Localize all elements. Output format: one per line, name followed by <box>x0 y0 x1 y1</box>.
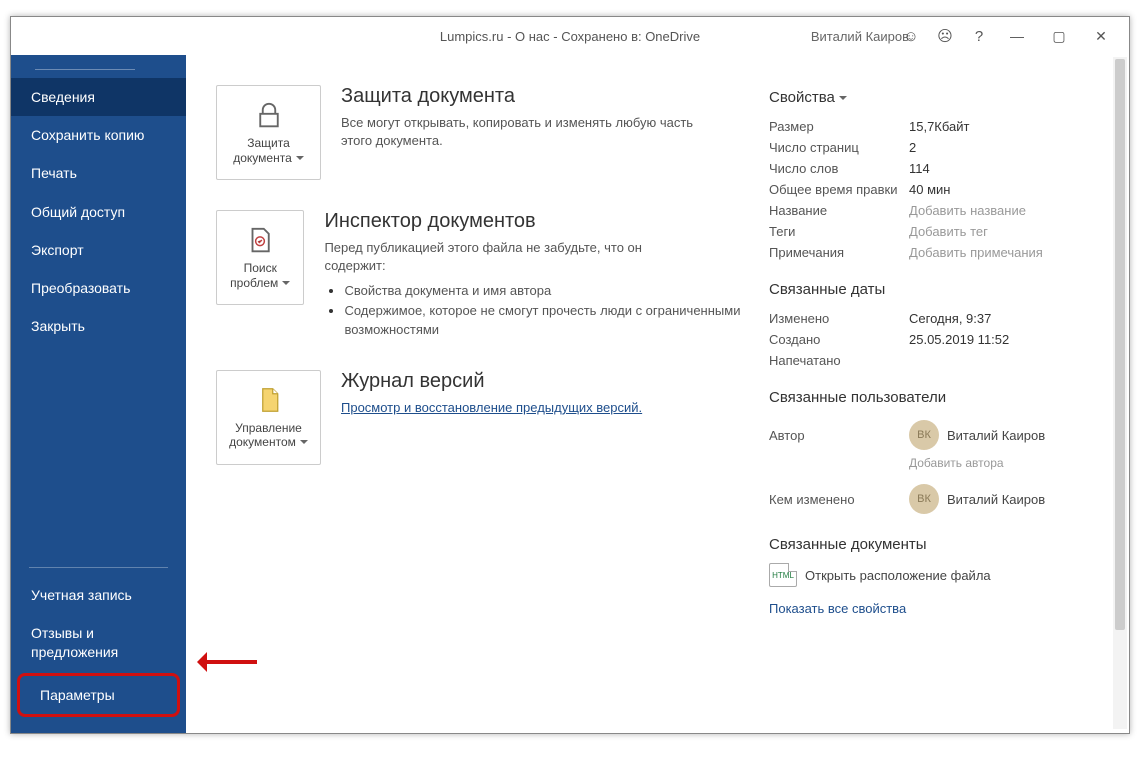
sidebar-item-print[interactable]: Печать <box>11 154 186 192</box>
protect-title: Защита документа <box>341 85 721 108</box>
versions-title: Журнал версий <box>341 370 642 393</box>
property-key: Примечания <box>769 245 909 260</box>
version-history-link[interactable]: Просмотр и восстановление предыдущих вер… <box>341 400 642 415</box>
property-value[interactable]: Добавить тег <box>909 224 988 239</box>
property-key: Число слов <box>769 161 909 176</box>
inspect-bullet: Содержимое, которое не смогут прочесть л… <box>344 301 749 340</box>
date-key: Изменено <box>769 311 909 326</box>
document-title: Lumpics.ru - О нас - Сохранено в: OneDri… <box>440 29 700 44</box>
date-row: ИзмененоСегодня, 9:37 <box>769 308 1109 329</box>
sidebar-item-info[interactable]: Сведения <box>11 78 186 116</box>
html-file-icon: HTML <box>769 563 797 587</box>
property-value[interactable]: Добавить название <box>909 203 1026 218</box>
sidebar-item-export[interactable]: Экспорт <box>11 231 186 269</box>
property-key: Размер <box>769 119 909 134</box>
frown-icon[interactable]: ☹ <box>931 22 959 50</box>
check-issues-tile[interactable]: Поиск проблем <box>216 210 304 305</box>
close-button[interactable]: ✕ <box>1083 22 1119 50</box>
scrollbar[interactable] <box>1113 57 1127 729</box>
document-icon <box>254 385 284 415</box>
property-key: Название <box>769 203 909 218</box>
date-row: Создано25.05.2019 11:52 <box>769 329 1109 350</box>
sidebar-item-save-copy[interactable]: Сохранить копию <box>11 116 186 154</box>
property-row: ПримечанияДобавить примечания <box>769 242 1109 263</box>
inspect-icon <box>245 225 275 255</box>
author-row: Автор ВК Виталий Каиров <box>769 416 1109 454</box>
dates-heading: Связанные даты <box>769 281 1109 298</box>
window-controls: ☺ ☹ ? — ▢ ✕ <box>897 22 1129 50</box>
property-row: Число страниц2 <box>769 137 1109 158</box>
modifier-label: Кем изменено <box>769 492 909 507</box>
date-row: Напечатано <box>769 350 1109 371</box>
property-value[interactable]: Добавить примечания <box>909 245 1043 260</box>
lock-icon <box>254 100 284 130</box>
inspect-title: Инспектор документов <box>324 210 749 233</box>
related-docs-heading: Связанные документы <box>769 536 1109 553</box>
help-icon[interactable]: ? <box>965 22 993 50</box>
highlight-options: Параметры <box>17 673 180 717</box>
date-key: Напечатано <box>769 353 909 368</box>
protect-document-tile[interactable]: Защита документа <box>216 85 321 180</box>
inspect-section: Поиск проблем Инспектор документов Перед… <box>216 210 749 340</box>
sidebar-item-feedback[interactable]: Отзывы и предложения <box>11 614 186 670</box>
versions-section: Управление документом Журнал версий Прос… <box>216 370 749 465</box>
backstage-body: Сведения Сохранить копию Печать Общий до… <box>11 55 1129 733</box>
back-button[interactable] <box>11 65 186 78</box>
date-value: 25.05.2019 11:52 <box>909 332 1009 347</box>
manage-document-tile[interactable]: Управление документом <box>216 370 321 465</box>
avatar[interactable]: ВК <box>909 420 939 450</box>
date-key: Создано <box>769 332 909 347</box>
maximize-button[interactable]: ▢ <box>1041 22 1077 50</box>
sidebar-item-share[interactable]: Общий доступ <box>11 193 186 231</box>
user-name[interactable]: Виталий Каиров <box>811 29 909 44</box>
open-file-location[interactable]: HTML Открыть расположение файла <box>769 563 1109 587</box>
properties-panel: Свойства Размер15,7КбайтЧисло страниц2Чи… <box>769 85 1109 713</box>
property-row: Размер15,7Кбайт <box>769 116 1109 137</box>
backstage-sidebar: Сведения Сохранить копию Печать Общий до… <box>11 55 186 733</box>
property-row: Число слов114 <box>769 158 1109 179</box>
avatar[interactable]: ВК <box>909 484 939 514</box>
property-value: 114 <box>909 161 930 176</box>
minimize-button[interactable]: — <box>999 22 1035 50</box>
sidebar-divider <box>29 567 168 568</box>
date-value: Сегодня, 9:37 <box>909 311 991 326</box>
sidebar-item-transform[interactable]: Преобразовать <box>11 269 186 307</box>
property-key: Общее время правки <box>769 182 909 197</box>
inspect-bullet: Свойства документа и имя автора <box>344 281 749 301</box>
property-row: ТегиДобавить тег <box>769 221 1109 242</box>
author-name: Виталий Каиров <box>947 428 1045 443</box>
properties-heading[interactable]: Свойства <box>769 89 1109 106</box>
inspect-desc: Перед публикацией этого файла не забудьт… <box>324 239 704 275</box>
protect-section: Защита документа Защита документа Все мо… <box>216 85 749 180</box>
backstage-window: Lumpics.ru - О нас - Сохранено в: OneDri… <box>10 16 1130 734</box>
sidebar-item-options[interactable]: Параметры <box>20 676 177 714</box>
author-label: Автор <box>769 428 909 443</box>
modifier-name: Виталий Каиров <box>947 492 1045 507</box>
info-panel: Защита документа Защита документа Все мо… <box>186 55 1129 733</box>
add-author-link[interactable]: Добавить автора <box>769 456 1109 470</box>
property-row: НазваниеДобавить название <box>769 200 1109 221</box>
property-row: Общее время правки40 мин <box>769 179 1109 200</box>
show-all-properties[interactable]: Показать все свойства <box>769 601 1109 616</box>
property-key: Число страниц <box>769 140 909 155</box>
smile-icon[interactable]: ☺ <box>897 22 925 50</box>
titlebar: Lumpics.ru - О нас - Сохранено в: OneDri… <box>11 17 1129 55</box>
info-sections: Защита документа Защита документа Все мо… <box>216 85 769 713</box>
property-value: 15,7Кбайт <box>909 119 969 134</box>
modifier-row: Кем изменено ВК Виталий Каиров <box>769 480 1109 518</box>
people-heading: Связанные пользователи <box>769 389 1109 406</box>
inspect-list: Свойства документа и имя автора Содержим… <box>324 281 749 340</box>
sidebar-item-close[interactable]: Закрыть <box>11 307 186 345</box>
property-key: Теги <box>769 224 909 239</box>
property-value: 2 <box>909 140 916 155</box>
property-value: 40 мин <box>909 182 950 197</box>
protect-desc: Все могут открывать, копировать и изменя… <box>341 114 721 150</box>
sidebar-item-account[interactable]: Учетная запись <box>11 576 186 614</box>
